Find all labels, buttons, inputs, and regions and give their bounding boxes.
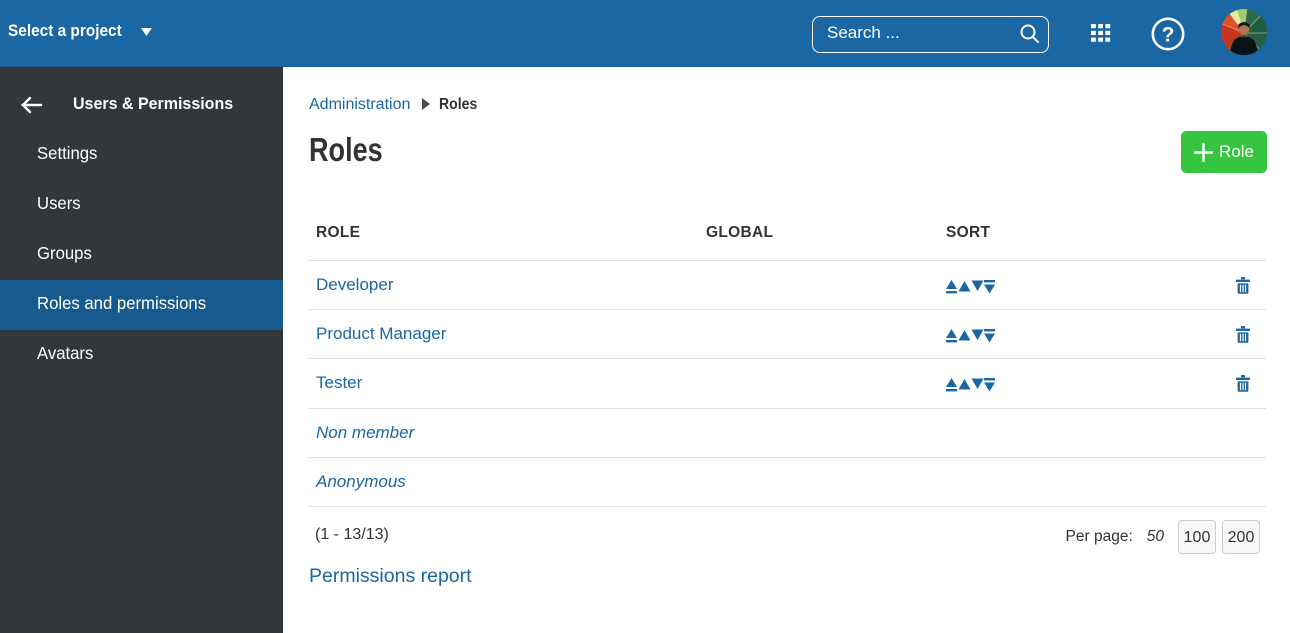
svg-text:?: ? <box>1162 24 1175 47</box>
